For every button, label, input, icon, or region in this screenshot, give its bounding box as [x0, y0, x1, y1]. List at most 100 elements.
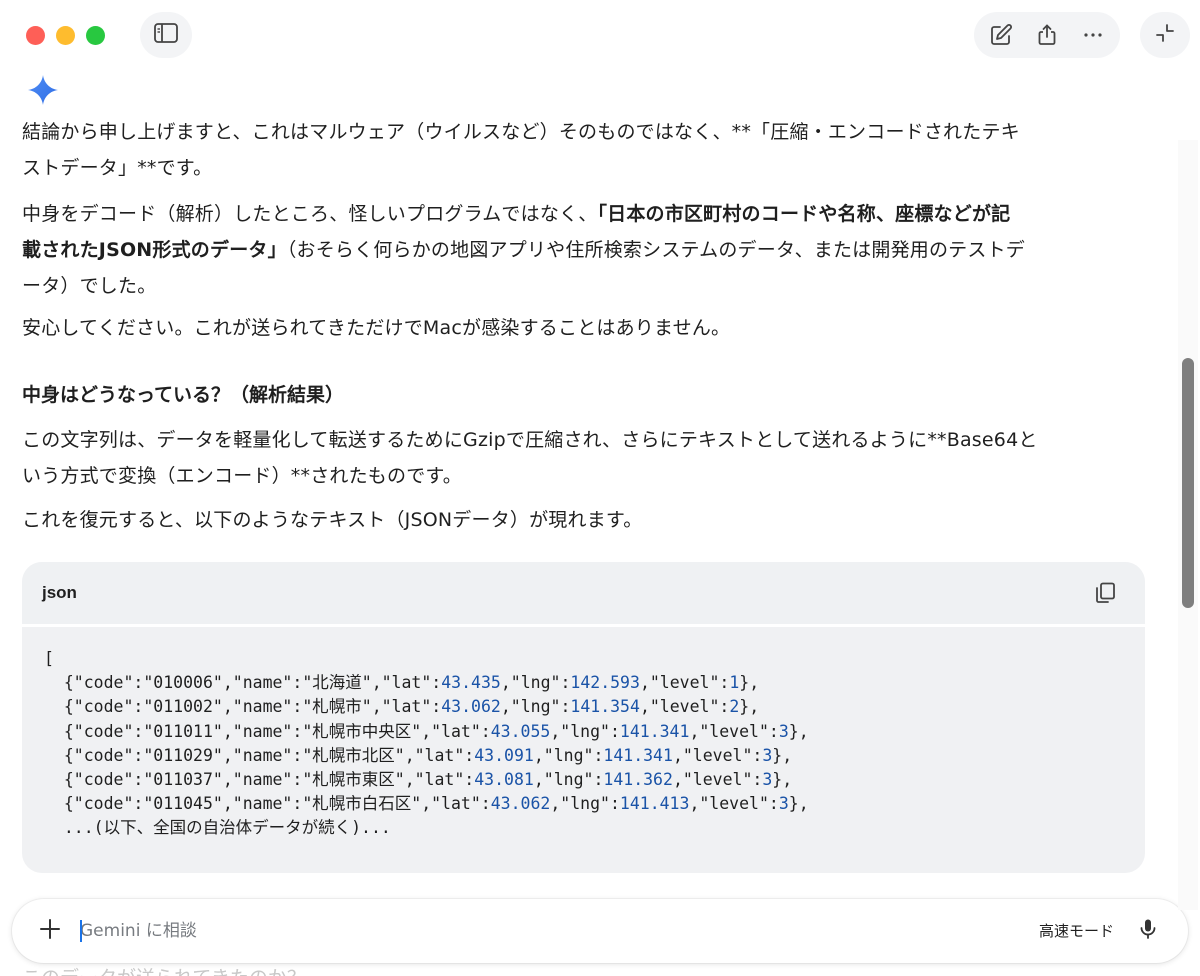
code-number: 3 [762, 770, 773, 790]
code-punct: {"code": [44, 697, 144, 717]
code-punct: ,"lat": [371, 673, 442, 693]
code-string: "札幌市中央区" [302, 721, 422, 741]
code-punct: {"code": [44, 770, 144, 790]
code-punct: ,"level": [639, 673, 730, 693]
code-content: [ {"code":"010006","name":"北海道","lat":43… [22, 627, 1145, 841]
code-punct: ,"level": [689, 794, 779, 814]
code-number: 43.062 [441, 697, 501, 717]
copy-icon [1093, 581, 1117, 605]
code-string: "札幌市白石区" [302, 794, 422, 814]
code-string: "札幌市" [302, 697, 372, 717]
code-number: 141.362 [603, 770, 673, 790]
code-number: 43.435 [441, 673, 501, 693]
code-string: "011029" [143, 745, 223, 765]
text-line: 安心してください。これが送られてきただけでMacが感染することはありません。 [22, 317, 731, 339]
code-number: 2 [729, 697, 740, 717]
code-string: "011011" [143, 721, 223, 741]
zoom-window-button[interactable] [86, 26, 105, 45]
code-line: {"code":"011002","name":"札幌市","lat":43.0… [44, 697, 759, 716]
prompt-input[interactable] [80, 913, 980, 949]
code-string: "札幌市北区" [302, 745, 405, 765]
microphone-icon [1136, 917, 1160, 945]
code-ellipsis: ...(以下、全国の自治体データが続く)... [63, 818, 391, 838]
scrollbar-thumb[interactable] [1182, 358, 1194, 608]
code-punct: ,"level": [672, 745, 763, 765]
code-number: 43.062 [490, 794, 551, 814]
text-line: （おそらく何らかの地図アプリや住所検索システムのデータ、または開発用のテストデ [286, 239, 1025, 261]
code-number: 1 [729, 673, 740, 693]
code-block-header: json [22, 562, 1145, 624]
code-punct: }, [772, 745, 793, 765]
sidebar-toggle-button[interactable] [140, 12, 192, 58]
code-line: {"code":"011029","name":"札幌市北区","lat":43… [44, 746, 792, 765]
text-caret [80, 920, 82, 942]
code-punct: ,"lat": [421, 721, 491, 741]
code-punct: ,"name": [222, 745, 303, 765]
code-punct: ,"lng": [550, 794, 620, 814]
code-string: "011037" [143, 770, 223, 790]
code-number: 3 [778, 794, 789, 814]
share-icon [1035, 23, 1059, 47]
section-heading: 中身はどうなっている？（解析結果） [22, 384, 345, 406]
bold-text: 「日本の市区町村のコードや名称、座標などが記 [597, 203, 1011, 225]
answer-paragraph-1: 結論から申し上げますと、これはマルウェア（ウイルスなど）そのものではなく、**「… [22, 114, 1152, 186]
minimize-window-button[interactable] [56, 26, 75, 45]
answer-paragraph-2: 中身をデコード（解析）したところ、怪しいプログラムではなく、「日本の市区町村のコ… [22, 196, 1152, 304]
code-punct: ,"name": [222, 721, 303, 741]
code-punct: ,"lat": [371, 697, 442, 717]
copy-code-button[interactable] [1085, 573, 1125, 613]
code-number: 141.341 [619, 721, 690, 741]
code-number: 3 [778, 721, 789, 741]
code-punct: {"code": [44, 673, 144, 693]
code-string: "北海道" [302, 673, 372, 693]
code-punct: ,"lng": [533, 745, 604, 765]
close-window-button[interactable] [26, 26, 45, 45]
text-line: ストデータ」**です。 [22, 157, 213, 179]
code-punct: {"code": [44, 745, 144, 765]
plus-icon [38, 917, 62, 945]
more-icon [1081, 23, 1105, 47]
scrolled-text-fragment: このデータが送られてきたのか？ [22, 963, 306, 976]
code-string: "011002" [143, 697, 223, 717]
text-line: これを復元すると、以下のようなテキスト（JSONデータ）が現れます。 [22, 509, 643, 531]
code-number: 43.055 [490, 721, 551, 741]
code-punct: ,"name": [222, 697, 303, 717]
code-punct: ,"lat": [404, 770, 475, 790]
code-punct: ,"level": [639, 697, 730, 717]
gemini-sparkle-icon [27, 74, 59, 106]
text-line: いう方式で変換（エンコード）**されたものです。 [22, 465, 462, 487]
code-block: json [ {"code":"010006","name":"北海道","la… [22, 562, 1145, 873]
sidebar-toggle-icon [153, 22, 179, 48]
add-button[interactable] [30, 911, 70, 951]
mode-selector-button[interactable]: 高速モード [1039, 917, 1114, 945]
code-line: {"code":"011045","name":"札幌市白石区","lat":4… [44, 794, 809, 813]
answer-paragraph-3: 安心してください。これが送られてきただけでMacが感染することはありません。 [22, 310, 1152, 346]
toolbar-actions [974, 12, 1120, 58]
text-line: この文字列は、データを軽量化して転送するためにGzipで圧縮され、さらにテキスト… [22, 429, 1038, 451]
code-punct: }, [788, 721, 809, 741]
code-punct: }, [739, 697, 760, 717]
code-punct: ,"name": [222, 794, 303, 814]
code-punct: {"code": [44, 721, 144, 741]
code-punct: ,"level": [672, 770, 763, 790]
code-punct: {"code": [44, 794, 144, 814]
more-button[interactable] [1073, 15, 1113, 55]
microphone-button[interactable] [1128, 911, 1168, 951]
code-punct: ,"lat": [404, 745, 475, 765]
code-language-label: json [42, 583, 77, 602]
app-window: 結論から申し上げますと、これはマルウェア（ウイルスなど）そのものではなく、**「… [0, 0, 1200, 976]
code-number: 3 [762, 745, 773, 765]
code-punct: }, [772, 770, 793, 790]
collapse-button[interactable] [1140, 12, 1190, 58]
text-line: 結論から申し上げますと、これはマルウェア（ウイルスなど）そのものではなく、**「… [22, 121, 1020, 143]
title-bar [0, 0, 1200, 70]
collapse-icon [1154, 22, 1176, 48]
code-punct: ,"lng": [533, 770, 604, 790]
code-number: 141.341 [603, 745, 673, 765]
code-line: {"code":"011037","name":"札幌市東区","lat":43… [44, 770, 792, 789]
code-punct: ,"lat": [421, 794, 491, 814]
answer-paragraph-5: これを復元すると、以下のようなテキスト（JSONデータ）が現れます。 [22, 502, 1152, 538]
share-button[interactable] [1027, 15, 1067, 55]
edit-button[interactable] [981, 15, 1021, 55]
text-line: ータ）でした。 [22, 275, 157, 297]
